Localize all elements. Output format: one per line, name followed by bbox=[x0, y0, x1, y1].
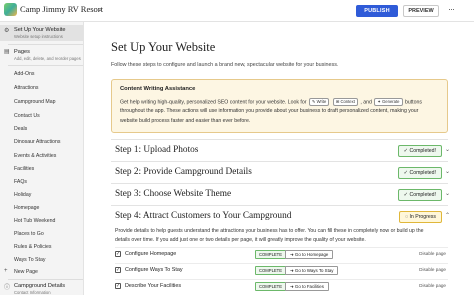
step-4-description-line-1: Provide details to help guests understan… bbox=[115, 228, 424, 234]
sidebar-item-campground-map[interactable]: Campground Map bbox=[14, 99, 56, 105]
status-badge-label: In Progress bbox=[409, 214, 436, 220]
gear-icon: ⚙ bbox=[4, 28, 10, 34]
task-label: Configure Ways To Stay bbox=[125, 267, 183, 273]
step-3[interactable]: Step 3: Choose Website Theme ✓ Completed… bbox=[111, 183, 450, 205]
page-title: Set Up Your Website bbox=[111, 40, 216, 54]
go-to-facilities-button[interactable]: ➜ Go to Facilities bbox=[285, 282, 329, 291]
divider bbox=[8, 65, 83, 66]
sidebar-item-attractions[interactable]: Attractions bbox=[14, 85, 39, 91]
step-4[interactable]: Step 4: Attract Customers to Your Campgr… bbox=[111, 205, 450, 227]
step-4-description-line-2: details over time. If you add just one o… bbox=[115, 237, 366, 243]
go-button-label: Go to Facilities bbox=[294, 284, 324, 289]
sidebar-item-facilities[interactable]: Facilities bbox=[14, 166, 34, 172]
sidebar-pages-title[interactable]: Pages bbox=[14, 49, 30, 55]
task-status-badge: COMPLETE bbox=[255, 282, 287, 291]
assist-line-1: Get help writing high-quality, personali… bbox=[120, 98, 422, 106]
chevron-down-icon[interactable]: ⌄ bbox=[445, 190, 450, 197]
task-row: ✓ Configure Homepage COMPLETE ➜ Go to Ho… bbox=[115, 247, 448, 261]
write-chip: ✎ Write bbox=[308, 98, 330, 106]
sidebar-item-homepage[interactable]: Homepage bbox=[14, 205, 39, 211]
sidebar-campground-details-title[interactable]: Campground Details bbox=[14, 283, 65, 289]
step-2-label[interactable]: Step 2: Provide Campground Details bbox=[115, 167, 252, 177]
sidebar-item-hot-tub-weekend[interactable]: Hot Tub Weekend bbox=[14, 218, 55, 224]
main-content: Set Up Your Website Follow these steps t… bbox=[85, 22, 474, 295]
intro-text: Follow these steps to configure and laun… bbox=[111, 62, 339, 68]
chevron-down-icon[interactable]: ⌄ bbox=[445, 168, 450, 175]
sidebar-item-faqs[interactable]: FAQs bbox=[14, 179, 27, 185]
assist-text-part: , and bbox=[360, 99, 372, 106]
sidebar-item-places-to-go[interactable]: Places to Go bbox=[14, 231, 44, 237]
pages-icon: ▤ bbox=[4, 49, 10, 55]
site-name[interactable]: Camp Jimmy RV Resort bbox=[20, 4, 103, 14]
task-row: ✓ Configure Ways To Stay COMPLETE ➜ Go t… bbox=[115, 263, 448, 277]
step-1-label[interactable]: Step 1: Upload Photos bbox=[115, 145, 198, 155]
task-row: ✓ Describe Your Facilities COMPLETE ➜ Go… bbox=[115, 279, 448, 293]
chevron-up-icon[interactable]: ⌃ bbox=[445, 212, 450, 219]
go-to-homepage-button[interactable]: ➜ Go to Homepage bbox=[285, 250, 334, 259]
sidebar-item-new-page[interactable]: New Page bbox=[14, 269, 38, 275]
assist-text-part: Get help writing high-quality, personali… bbox=[120, 99, 307, 106]
status-badge-label: Completed! bbox=[409, 192, 436, 198]
task-label: Configure Homepage bbox=[125, 251, 177, 257]
chevron-down-icon[interactable]: ⌄ bbox=[445, 146, 450, 153]
sidebar-item-holiday[interactable]: Holiday bbox=[14, 192, 31, 198]
step-4-label[interactable]: Step 4: Attract Customers to Your Campgr… bbox=[115, 211, 291, 221]
step-2[interactable]: Step 2: Provide Campground Details ✓ Com… bbox=[111, 161, 450, 183]
sidebar-pages-subtitle: Add, edit, delete, and reorder pages bbox=[14, 56, 81, 61]
disable-page-link[interactable]: Disable page bbox=[419, 251, 446, 256]
go-button-label: Go to Ways To Stay bbox=[294, 268, 334, 273]
assist-title: Content Writing Assistance bbox=[120, 86, 196, 92]
status-badge-label: Completed! bbox=[409, 170, 436, 176]
top-bar: Camp Jimmy RV Resort ⌄ PUBLISH PREVIEW ·… bbox=[0, 0, 474, 22]
assist-text-part: buttons bbox=[404, 99, 422, 106]
sidebar-item-ways-to-stay[interactable]: Ways To Stay bbox=[14, 257, 45, 263]
generate-chip: ✦ Generate bbox=[374, 98, 403, 106]
site-logo-icon bbox=[4, 3, 17, 16]
checkbox-checked-icon[interactable]: ✓ bbox=[115, 267, 121, 273]
sidebar-campground-details-subtitle: Contact Information bbox=[14, 290, 51, 295]
step-3-label[interactable]: Step 3: Choose Website Theme bbox=[115, 189, 231, 199]
status-badge-label: Completed! bbox=[409, 148, 436, 154]
sidebar-item-contact-us[interactable]: Contact Us bbox=[14, 113, 40, 119]
info-icon: ⓘ bbox=[4, 285, 11, 291]
sidebar-setup-subtitle: Website setup instructions bbox=[14, 34, 63, 39]
status-badge: ✓ Completed! bbox=[397, 167, 442, 179]
sidebar-item-add-ons[interactable]: Add-Ons bbox=[14, 71, 34, 77]
context-chip: ⊞ Context bbox=[332, 98, 358, 106]
chevron-down-icon[interactable]: ⌄ bbox=[97, 5, 103, 13]
sidebar-item-rules-policies[interactable]: Rules & Policies bbox=[14, 244, 51, 250]
assist-line-2: throughout the app. These actions will u… bbox=[120, 108, 419, 114]
task-status-badge: COMPLETE bbox=[255, 250, 287, 259]
plus-icon: + bbox=[4, 268, 8, 274]
assist-line-3: website build process faster and easier … bbox=[120, 118, 251, 124]
status-badge: ✓ Completed! bbox=[397, 145, 442, 157]
content-writing-assistance-panel: Content Writing Assistance Get help writ… bbox=[111, 79, 448, 133]
task-label: Describe Your Facilities bbox=[125, 283, 182, 289]
status-badge: ◌ In Progress bbox=[398, 211, 442, 223]
checkbox-checked-icon[interactable]: ✓ bbox=[115, 283, 121, 289]
sidebar-setup-title[interactable]: Set Up Your Website bbox=[14, 27, 66, 33]
divider bbox=[8, 44, 83, 45]
publish-button[interactable]: PUBLISH bbox=[356, 5, 398, 17]
sidebar: ⚙ Set Up Your Website Website setup inst… bbox=[0, 22, 84, 295]
divider bbox=[8, 279, 83, 280]
go-button-label: Go to Homepage bbox=[294, 252, 329, 257]
disable-page-link[interactable]: Disable page bbox=[419, 267, 446, 272]
disable-page-link[interactable]: Disable page bbox=[419, 283, 446, 288]
step-1[interactable]: Step 1: Upload Photos ✓ Completed! ⌄ bbox=[111, 139, 450, 161]
go-to-ways-to-stay-button[interactable]: ➜ Go to Ways To Stay bbox=[285, 266, 339, 275]
status-badge: ✓ Completed! bbox=[397, 189, 442, 201]
more-options-icon[interactable]: ··· bbox=[448, 4, 455, 14]
task-status-badge: COMPLETE bbox=[255, 266, 287, 275]
sidebar-item-events[interactable]: Events & Activities bbox=[14, 153, 56, 159]
checkbox-checked-icon[interactable]: ✓ bbox=[115, 251, 121, 257]
context-chip-label: Context bbox=[340, 99, 355, 104]
preview-button[interactable]: PREVIEW bbox=[403, 5, 439, 17]
sidebar-item-dinosaur-attractions[interactable]: Dinosaur Attractions bbox=[14, 139, 60, 145]
sidebar-item-deals[interactable]: Deals bbox=[14, 126, 27, 132]
generate-chip-label: Generate bbox=[382, 99, 400, 104]
write-chip-label: Write bbox=[316, 99, 327, 104]
